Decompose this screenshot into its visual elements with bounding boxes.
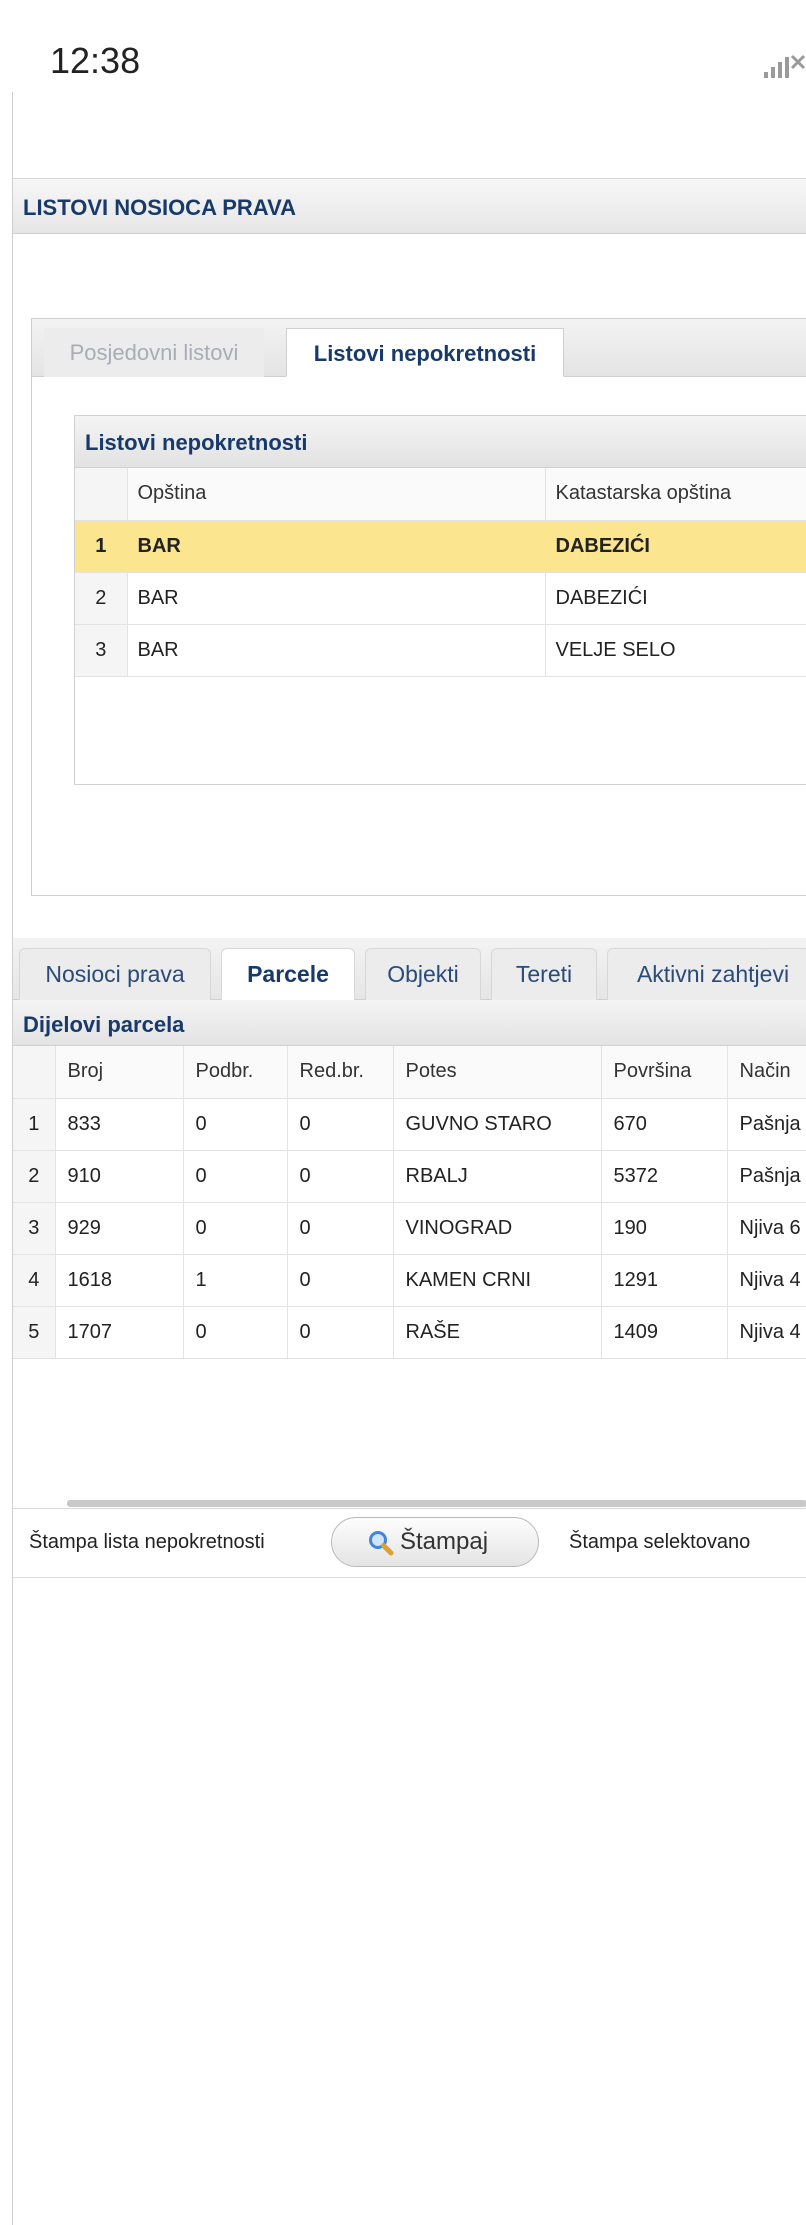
parcele-header-redbr[interactable]: Red.br. [287,1046,394,1099]
table-row[interactable]: 2 910 0 0 RBALJ 5372 Pašnja [13,1150,806,1203]
cell-redbr[interactable]: 0 [287,1254,394,1307]
table-row[interactable]: 3 929 0 0 VINOGRAD 190 Njiva 6 [13,1202,806,1255]
tab-posjedovni-listovi[interactable]: Posjedovni listovi [44,328,264,377]
parcele-header-broj[interactable]: Broj [55,1046,184,1099]
listovi-grid-title: Listovi nepokretnosti [85,430,308,455]
cell-redbr[interactable]: 0 [287,1150,394,1203]
row-number: 1 [75,520,128,573]
row-number: 3 [75,624,128,677]
cell-podbr[interactable]: 0 [183,1098,288,1151]
row-number: 5 [13,1306,56,1359]
print-button[interactable]: Štampaj [331,1517,539,1567]
table-row[interactable]: 1 833 0 0 GUVNO STARO 670 Pašnja [13,1098,806,1151]
footer-toolbar: Štampa lista nepokretnosti Štampaj Štamp… [13,1508,806,1578]
horizontal-scrollbar[interactable] [67,1500,806,1507]
row-number: 3 [13,1202,56,1255]
print-list-label: Štampa lista nepokretnosti [29,1531,265,1553]
row-number: 2 [13,1150,56,1203]
cell-broj[interactable]: 929 [55,1202,184,1255]
page-content: LISTOVI NOSIOCA PRAVA Posjedovni listovi… [12,92,806,2225]
cell-broj[interactable]: 1618 [55,1254,184,1307]
row-number: 2 [75,572,128,625]
cell-povrsina[interactable]: 1291 [601,1254,728,1307]
row-number: 1 [13,1098,56,1151]
listovi-header-opstina[interactable]: Opština [127,468,546,521]
listovi-header-row: Opština Katastarska opština [75,468,806,521]
tab-tereti[interactable]: Tereti [491,948,597,1000]
cell-povrsina[interactable]: 1409 [601,1306,728,1359]
status-time: 12:38 [50,40,141,81]
cell-podbr[interactable]: 0 [183,1150,288,1203]
cell-potes[interactable]: VINOGRAD [393,1202,602,1255]
cell-opstina[interactable]: BAR [127,572,546,625]
cell-nacin[interactable]: Pašnja [727,1098,806,1151]
cell-nacin[interactable]: Pašnja [727,1150,806,1203]
cell-broj[interactable]: 1707 [55,1306,184,1359]
cell-redbr[interactable]: 0 [287,1098,394,1151]
page-header: LISTOVI NOSIOCA PRAVA [13,178,806,234]
row-number: 4 [13,1254,56,1307]
cell-potes[interactable]: RBALJ [393,1150,602,1203]
cell-potes[interactable]: RAŠE [393,1306,602,1359]
parcele-grid-title-bar: Dijelovi parcela [13,1000,806,1046]
cell-povrsina[interactable]: 5372 [601,1150,728,1203]
listovi-grid-title-bar: Listovi nepokretnosti [75,416,806,468]
listovi-header-katastarska[interactable]: Katastarska opština [545,468,806,521]
magnifier-icon [369,1531,394,1556]
cell-katastarska[interactable]: VELJE SELO [545,624,806,677]
table-row[interactable]: 5 1707 0 0 RAŠE 1409 Njiva 4 [13,1306,806,1359]
cell-potes[interactable]: KAMEN CRNI [393,1254,602,1307]
cell-nacin[interactable]: Njiva 6 [727,1202,806,1255]
listovi-grid: Listovi nepokretnosti Opština Katastarsk… [74,415,806,785]
cell-povrsina[interactable]: 190 [601,1202,728,1255]
cell-katastarska[interactable]: DABEZIĆI [545,520,806,573]
table-row[interactable]: 1 BAR DABEZIĆI [75,520,806,573]
table-row[interactable]: 2 BAR DABEZIĆI [75,572,806,625]
cell-redbr[interactable]: 0 [287,1306,394,1359]
cell-potes[interactable]: GUVNO STARO [393,1098,602,1151]
parcele-grid-title: Dijelovi parcela [23,1012,185,1037]
upper-panel: Posjedovni listovi Listovi nepokretnosti… [31,318,806,896]
cell-opstina[interactable]: BAR [127,624,546,677]
tab-aktivni-zahtjevi[interactable]: Aktivni zahtjevi [607,948,806,1000]
cell-broj[interactable]: 910 [55,1150,184,1203]
parcele-header-row: Broj Podbr. Red.br. Potes Površina Način [13,1046,806,1099]
tab-listovi-nepokretnosti[interactable]: Listovi nepokretnosti [286,328,564,377]
tab-nosioci-prava[interactable]: Nosioci prava [19,948,211,1000]
parcele-header-rownum [13,1046,56,1099]
upper-tabstrip: Posjedovni listovi Listovi nepokretnosti [32,319,806,377]
cell-nacin[interactable]: Njiva 4 [727,1306,806,1359]
parcele-header-potes[interactable]: Potes [393,1046,602,1099]
cell-nacin[interactable]: Njiva 4 [727,1254,806,1307]
cell-opstina[interactable]: BAR [127,520,546,573]
parcele-table: Broj Podbr. Red.br. Potes Površina Način… [13,1046,806,1359]
tab-objekti[interactable]: Objekti [365,948,481,1000]
parcele-header-nacin[interactable]: Način [727,1046,806,1099]
page-title: LISTOVI NOSIOCA PRAVA [23,195,296,220]
cell-katastarska[interactable]: DABEZIĆI [545,572,806,625]
cell-podbr[interactable]: 1 [183,1254,288,1307]
table-row[interactable]: 3 BAR VELJE SELO [75,624,806,677]
cell-redbr[interactable]: 0 [287,1202,394,1255]
lower-tabstrip: Nosioci prava Parcele Objekti Tereti Akt… [13,938,806,1000]
listovi-header-rownum [75,468,128,521]
listovi-table: Opština Katastarska opština 1 BAR DABEZI… [75,468,806,677]
parcele-header-povrsina[interactable]: Površina [601,1046,728,1099]
parcele-header-podbr[interactable]: Podbr. [183,1046,288,1099]
tab-parcele[interactable]: Parcele [221,948,355,1000]
table-row[interactable]: 4 1618 1 0 KAMEN CRNI 1291 Njiva 4 [13,1254,806,1307]
no-signal-icon [764,54,806,78]
status-bar: 12:38 [0,0,806,92]
cell-broj[interactable]: 833 [55,1098,184,1151]
print-button-label: Štampaj [400,1528,489,1555]
cell-povrsina[interactable]: 670 [601,1098,728,1151]
cell-podbr[interactable]: 0 [183,1306,288,1359]
print-selected-label[interactable]: Štampa selektovano [569,1531,750,1554]
cell-podbr[interactable]: 0 [183,1202,288,1255]
